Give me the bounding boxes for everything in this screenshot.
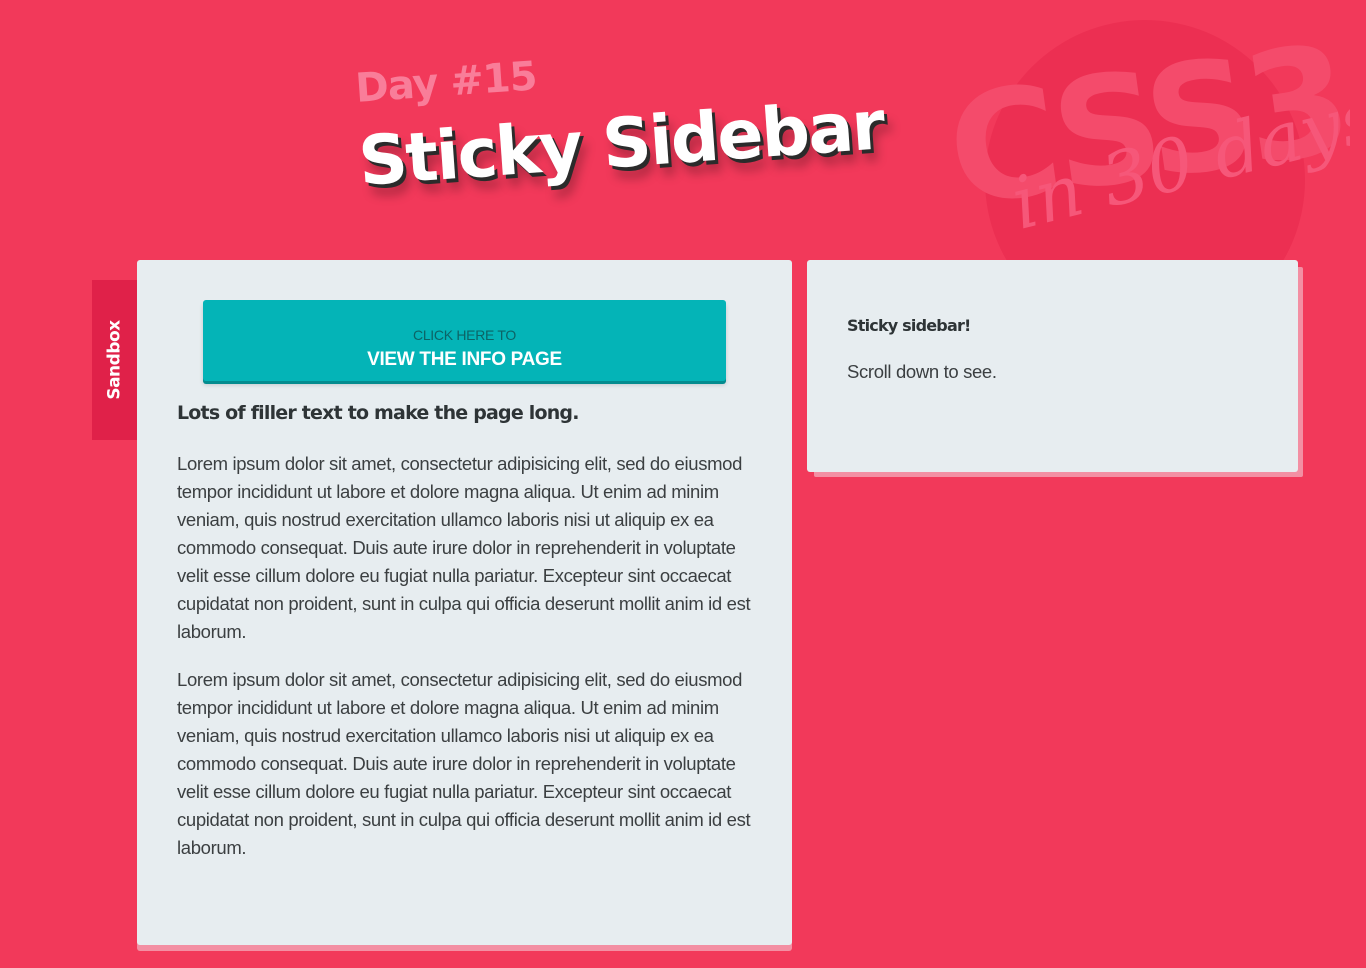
content-paragraph: Lorem ipsum dolor sit amet, consectetur … xyxy=(177,668,751,858)
sandbox-tab-label: Sandbox xyxy=(104,320,125,400)
main-content-card: CLICK HERE TO VIEW THE INFO PAGE Lots of… xyxy=(137,260,792,945)
info-button-small-label: CLICK HERE TO xyxy=(413,326,516,343)
sandbox-tab[interactable]: Sandbox xyxy=(92,280,137,440)
sticky-sidebar-card: Sticky sidebar! Scroll down to see. xyxy=(807,260,1298,472)
view-info-page-button[interactable]: CLICK HERE TO VIEW THE INFO PAGE xyxy=(203,300,726,381)
css3-in-30-days-logo: CSS3 in 30 days xyxy=(930,40,1350,260)
info-button-big-label: VIEW THE INFO PAGE xyxy=(367,348,562,370)
sidebar-title: Sticky sidebar! xyxy=(847,316,971,335)
day-label: Day #15 xyxy=(354,53,538,112)
content-heading: Lots of filler text to make the page lon… xyxy=(177,402,579,424)
content-paragraph: Lorem ipsum dolor sit amet, consectetur … xyxy=(177,452,751,642)
sidebar-text: Scroll down to see. xyxy=(847,361,997,382)
